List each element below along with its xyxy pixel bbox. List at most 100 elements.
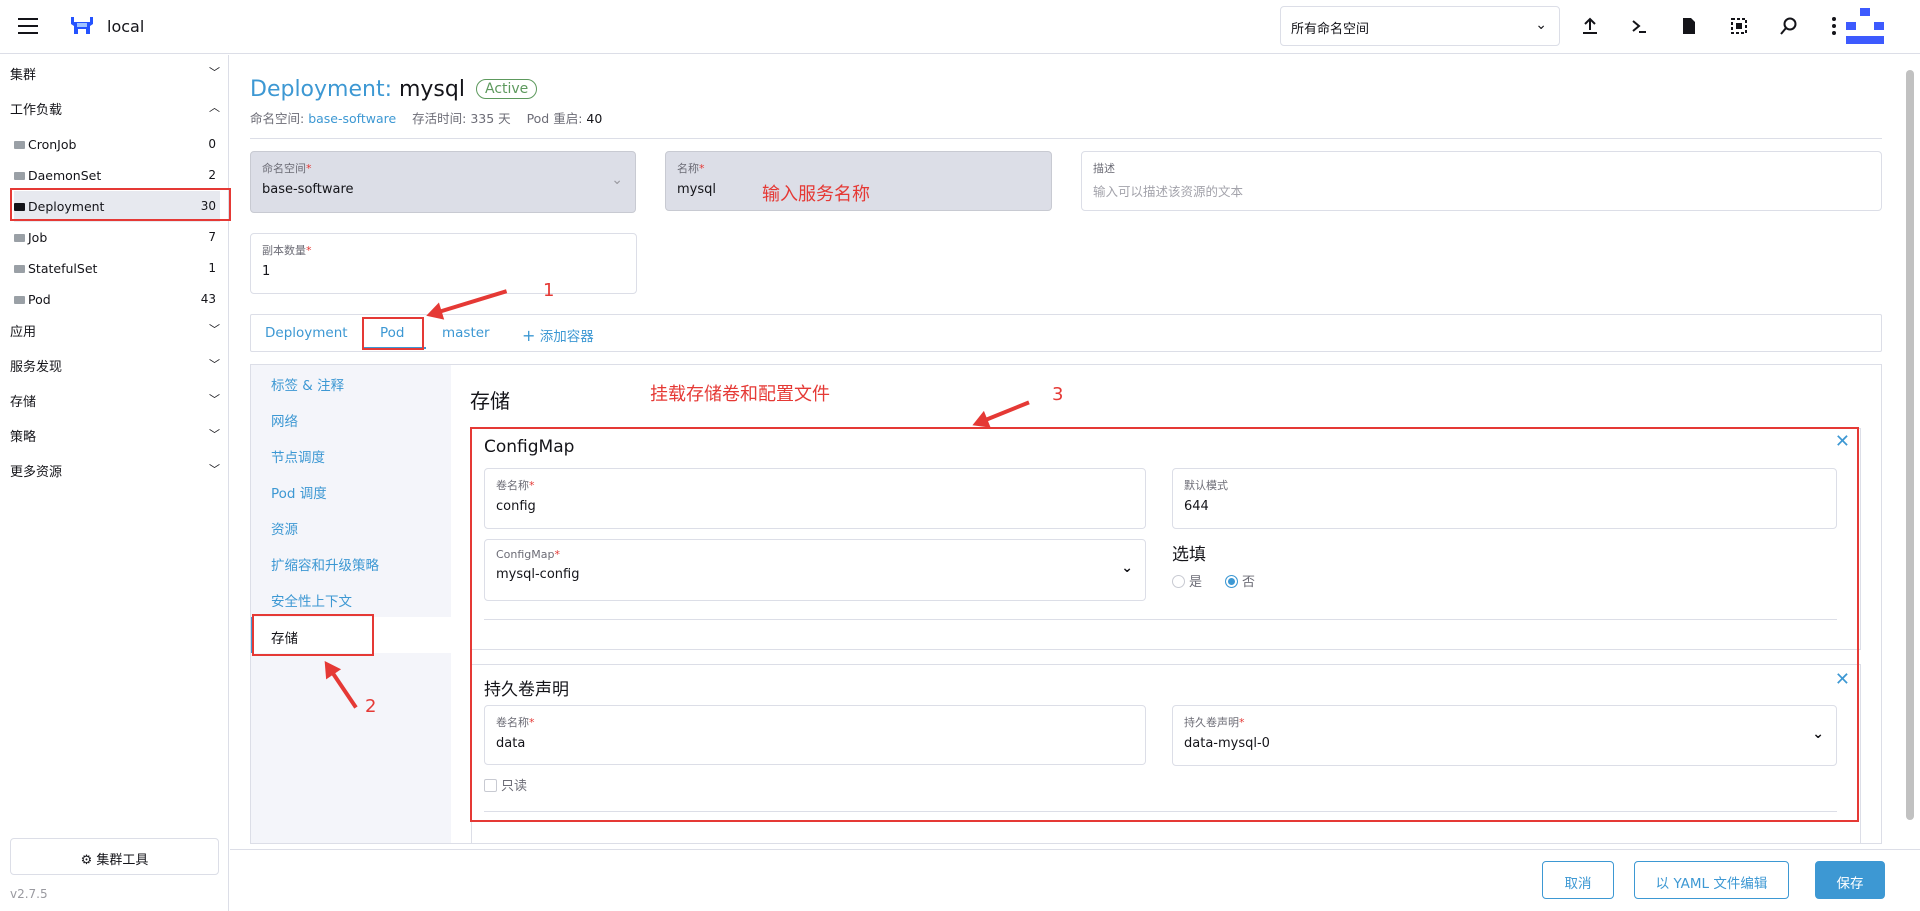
upload-icon[interactable] — [1578, 14, 1602, 38]
edit-yaml-button[interactable]: 以 YAML 文件编辑 — [1634, 861, 1789, 899]
chevron-down-icon: ﹀ — [209, 463, 220, 476]
meta-ns-label: 命名空间: — [250, 111, 305, 126]
page-title: Deployment: mysql Active — [250, 77, 538, 102]
annotation-box-volumes — [470, 427, 1859, 822]
namespace-field[interactable]: 命名空间* base-software ⌄ — [250, 151, 636, 213]
terminal-icon[interactable] — [1627, 14, 1651, 38]
sidebar-item-count: 2 — [208, 168, 216, 182]
namespace-select[interactable]: 所有命名空间 ⌄ — [1280, 6, 1560, 46]
tab-add-container-label: 添加容器 — [539, 329, 594, 345]
chevron-down-icon: ﹀ — [209, 428, 220, 441]
sidebar-item-label: CronJob — [28, 137, 77, 152]
scrollbar[interactable] — [1906, 70, 1914, 820]
annotation-box-storage-tab — [252, 614, 374, 656]
side-tab-labels[interactable]: 标签 & 注释 — [271, 374, 344, 394]
name-field-value: mysql — [677, 182, 716, 197]
tab-deployment[interactable]: Deployment — [265, 325, 348, 341]
sidebar-group-label: 工作负载 — [10, 103, 63, 118]
tab-master[interactable]: master — [442, 325, 490, 341]
annotation-name-hint: 输入服务名称 — [762, 184, 870, 205]
meta-ns-link[interactable]: base-software — [308, 111, 396, 126]
sidebar-group-label: 应用 — [10, 325, 37, 340]
search-icon[interactable] — [1777, 14, 1801, 38]
meta-age-label: 存活时间: — [412, 111, 467, 126]
side-tab-node-scheduling[interactable]: 节点调度 — [271, 446, 325, 466]
sidebar-group-label: 服务发现 — [10, 360, 63, 375]
chevron-up-icon: ︿ — [209, 101, 220, 114]
replicas-field-value: 1 — [262, 264, 271, 279]
chevron-down-icon: ﹀ — [209, 66, 220, 79]
sidebar-group-storage[interactable]: 存储 ﹀ — [10, 391, 220, 410]
namespace-field-value: base-software — [262, 182, 354, 197]
form-footer: 取消 以 YAML 文件编辑 保存 — [230, 849, 1920, 911]
sidebar-item-cronjob[interactable]: CronJob 0 — [14, 132, 220, 158]
version-label: v2.7.5 — [10, 887, 48, 901]
replicas-field[interactable]: 副本数量* 1 — [250, 233, 637, 294]
side-tab-security-context[interactable]: 安全性上下文 — [271, 590, 352, 610]
save-button[interactable]: 保存 — [1815, 861, 1885, 899]
sidebar-item-count: 43 — [200, 292, 216, 306]
description-field[interactable]: 描述 输入可以描述该资源的文本 — [1081, 151, 1882, 211]
sidebar-group-service-discovery[interactable]: 服务发现 ﹀ — [10, 356, 220, 375]
side-tab-pod-scheduling[interactable]: Pod 调度 — [271, 482, 327, 502]
container-tabs — [250, 314, 1882, 352]
user-avatar[interactable] — [1846, 8, 1884, 46]
replicas-field-label: 副本数量* — [262, 244, 312, 257]
sidebar-group-label: 存储 — [10, 395, 37, 410]
meta-restarts-value: 40 — [586, 111, 603, 126]
side-tab-network[interactable]: 网络 — [271, 410, 298, 430]
chevron-down-icon: ⌄ — [1535, 17, 1547, 33]
gear-icon: ⚙ — [80, 853, 93, 868]
side-tab-scaling[interactable]: 扩缩容和升级策略 — [271, 554, 379, 574]
plus-icon: + — [522, 326, 536, 345]
copy-config-icon[interactable] — [1727, 14, 1751, 38]
rancher-logo-icon[interactable] — [68, 14, 96, 38]
annotation-step-2: 2 — [365, 696, 377, 717]
folder-icon — [14, 141, 25, 149]
chevron-down-icon: ⌄ — [611, 172, 623, 188]
annotation-box-deployment — [10, 188, 231, 221]
sidebar-item-statefulset[interactable]: StatefulSet 1 — [14, 256, 220, 282]
cluster-tools-label: 集群工具 — [96, 853, 149, 868]
sidebar-group-workload[interactable]: 工作负载 ︿ — [10, 99, 220, 118]
meta-restarts-label: Pod 重启: — [526, 111, 583, 126]
cancel-button[interactable]: 取消 — [1542, 861, 1614, 899]
folder-icon — [14, 296, 25, 304]
namespace-select-value: 所有命名空间 — [1291, 22, 1370, 37]
annotation-step-1: 1 — [543, 280, 555, 301]
sidebar-group-policy[interactable]: 策略 ﹀ — [10, 426, 220, 445]
sidebar: 集群 ﹀ 工作负载 ︿ CronJob 0 DaemonSet 2 Deploy… — [0, 55, 229, 911]
cluster-tools-button[interactable]: ⚙ 集群工具 — [10, 838, 219, 875]
tab-add-container[interactable]: + 添加容器 — [522, 325, 594, 345]
cluster-name[interactable]: local — [107, 17, 144, 36]
namespace-field-label: 命名空间* — [262, 162, 312, 175]
more-vertical-icon[interactable] — [1822, 14, 1846, 38]
description-field-label: 描述 — [1093, 162, 1115, 175]
description-field-placeholder: 输入可以描述该资源的文本 — [1093, 184, 1244, 199]
sidebar-group-label: 集群 — [10, 68, 37, 83]
sidebar-group-cluster[interactable]: 集群 ﹀ — [10, 64, 220, 83]
sidebar-item-daemonset[interactable]: DaemonSet 2 — [14, 163, 220, 189]
storage-section-title: 存储 — [470, 389, 510, 413]
sidebar-group-more[interactable]: 更多资源 ﹀ — [10, 461, 220, 480]
sidebar-group-apps[interactable]: 应用 ﹀ — [10, 321, 220, 340]
sidebar-item-count: 1 — [208, 261, 216, 275]
menu-icon[interactable] — [18, 18, 38, 34]
name-field-label: 名称* — [677, 162, 705, 175]
divider — [250, 138, 1882, 139]
chevron-down-icon: ﹀ — [209, 358, 220, 371]
side-tab-resources[interactable]: 资源 — [271, 518, 298, 538]
page-title-name: mysql — [398, 77, 465, 102]
sidebar-group-label: 策略 — [10, 430, 37, 445]
page-title-kind[interactable]: Deployment: — [250, 77, 392, 102]
folder-icon — [14, 265, 25, 273]
status-badge: Active — [475, 79, 538, 99]
file-icon[interactable] — [1677, 14, 1701, 38]
sidebar-item-label: Job — [28, 230, 48, 245]
sidebar-item-pod[interactable]: Pod 43 — [14, 287, 220, 313]
sidebar-item-label: Pod — [28, 292, 51, 307]
sidebar-item-job[interactable]: Job 7 — [14, 225, 220, 251]
meta-age-value: 335 天 — [470, 111, 511, 126]
sidebar-item-label: DaemonSet — [28, 168, 102, 183]
chevron-down-icon: ﹀ — [209, 323, 220, 336]
